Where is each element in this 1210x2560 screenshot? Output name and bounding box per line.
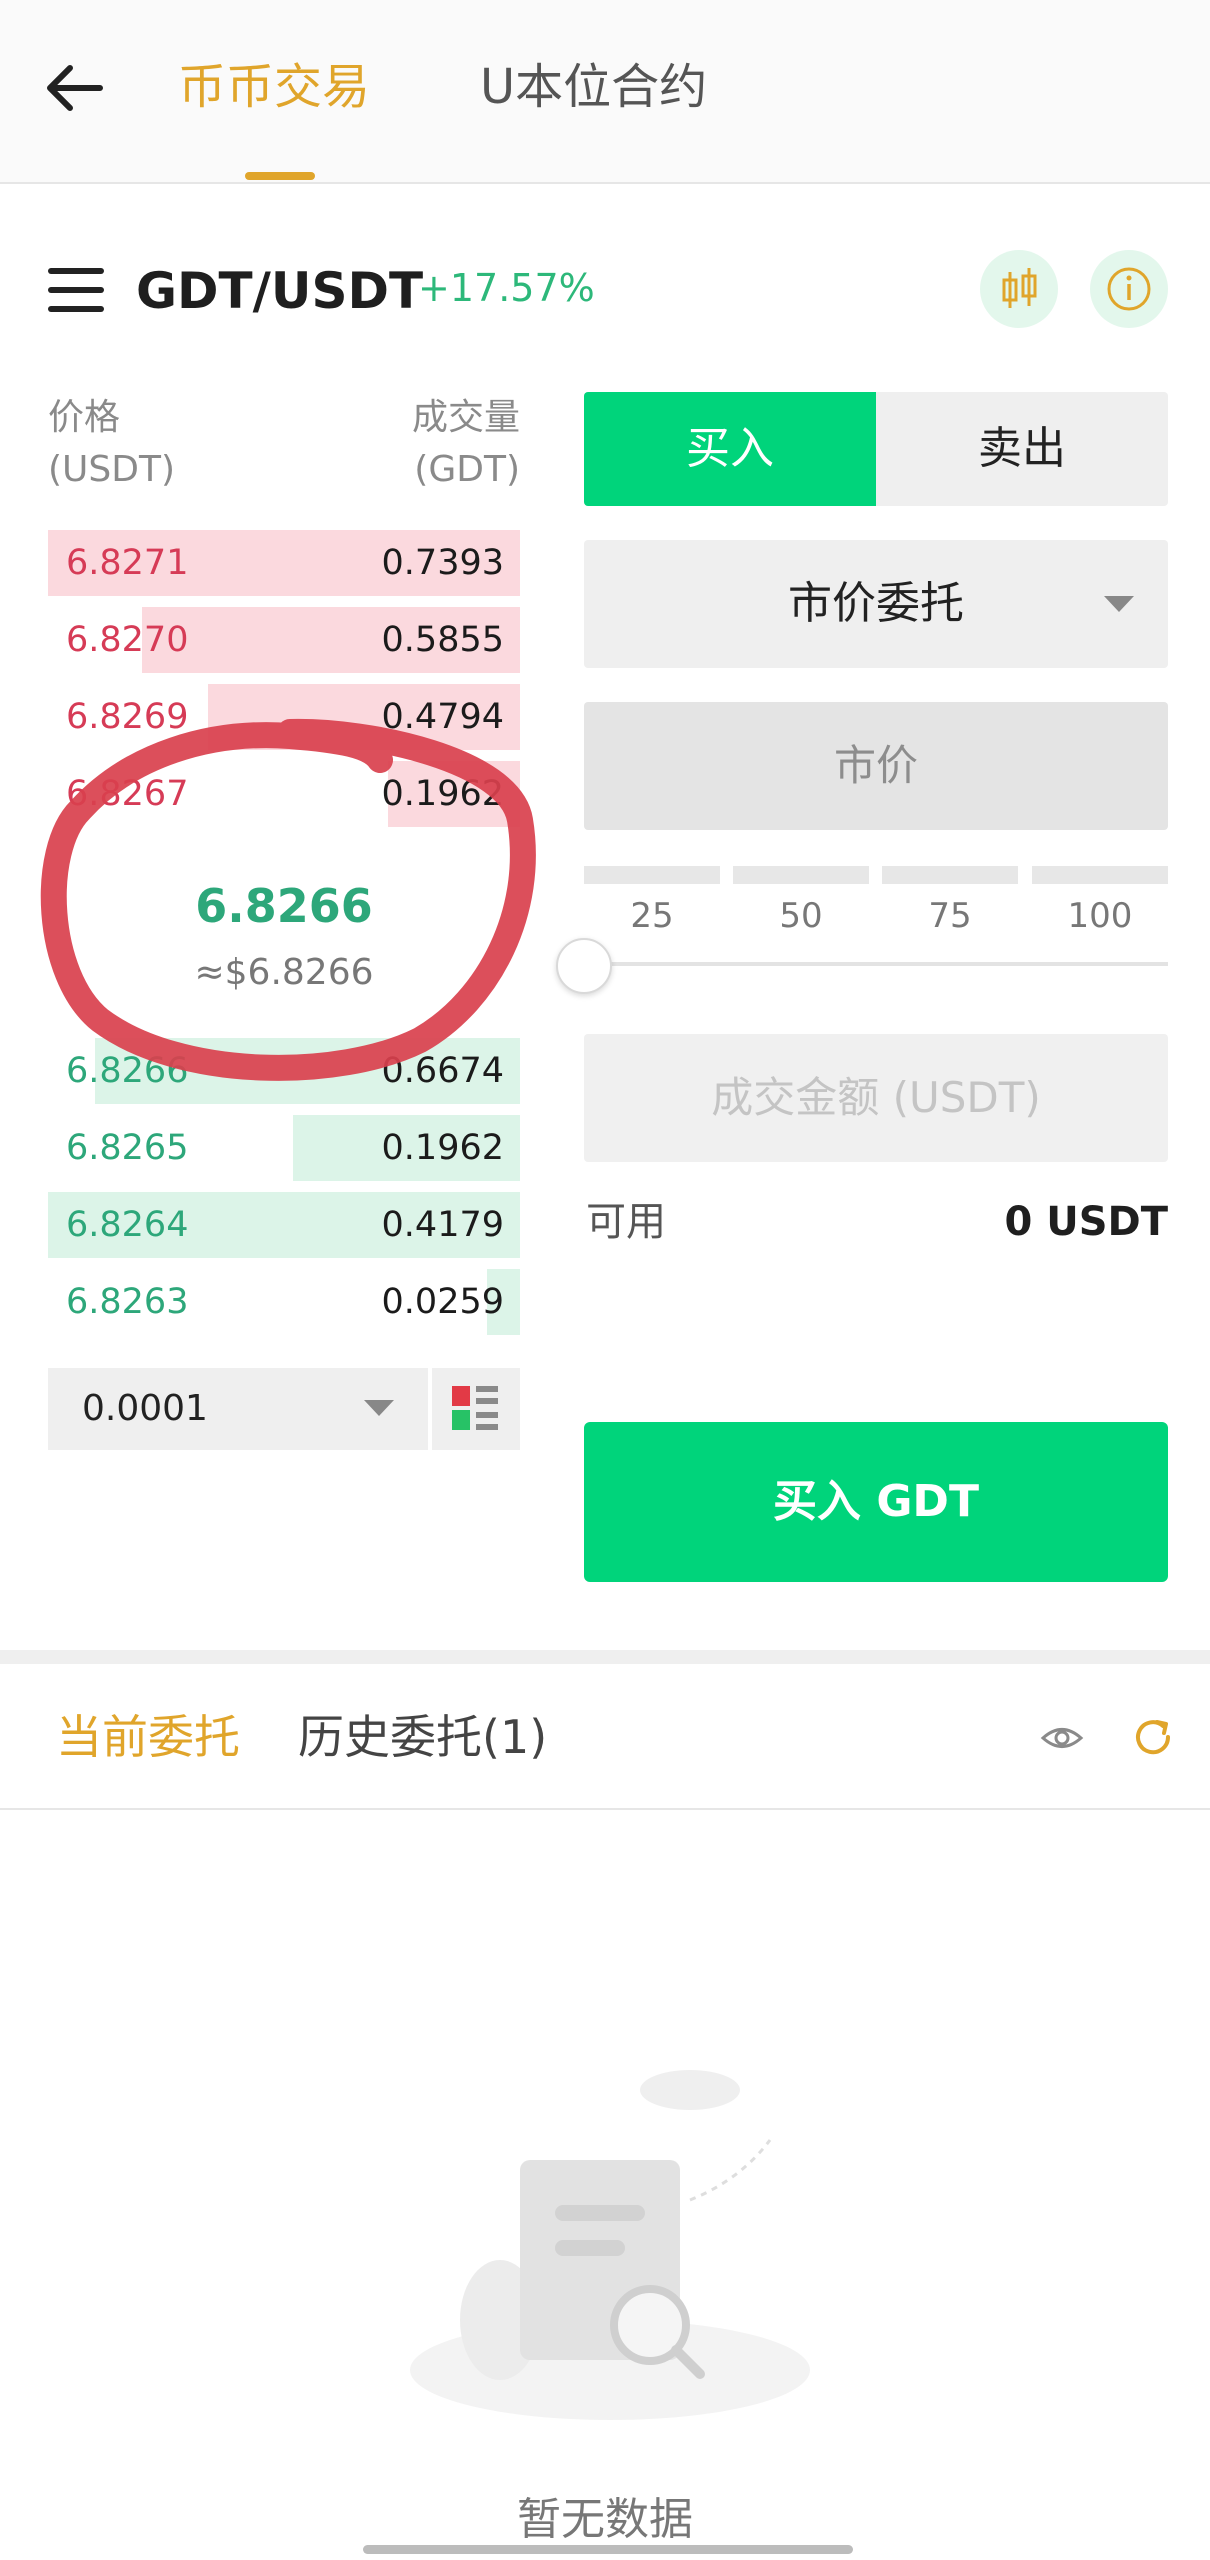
- menu-icon[interactable]: [48, 268, 104, 312]
- buy-gdt-button[interactable]: 买入 GDT: [584, 1422, 1168, 1582]
- tab-u-margined-futures[interactable]: U本位合约: [480, 52, 707, 122]
- info-icon: [1107, 267, 1151, 311]
- ask-price: 6.8270: [66, 620, 189, 660]
- amount-slider-handle[interactable]: [556, 938, 612, 994]
- orderbook-price-header: 价格 (USDT): [48, 397, 176, 490]
- ask-amount: 0.5855: [381, 620, 504, 660]
- pair-change-percent: +17.57%: [418, 266, 595, 310]
- bid-amount: 0.4179: [381, 1205, 504, 1245]
- eye-icon[interactable]: [1040, 1718, 1084, 1758]
- bid-amount: 0.0259: [381, 1282, 504, 1322]
- red-annotation-circle: [40, 718, 536, 1081]
- empty-state-text: 暂无数据: [517, 2494, 693, 2545]
- price-input-placeholder: 市价: [833, 741, 918, 790]
- chevron-down-icon: [1104, 596, 1134, 612]
- percent-segment[interactable]: [882, 866, 1018, 884]
- order-type-select[interactable]: 市价委托: [584, 540, 1168, 668]
- amount-slider-track[interactable]: [584, 962, 1168, 966]
- percent-label-75[interactable]: 75: [882, 888, 1018, 944]
- tab-spot-trading[interactable]: 币币交易: [178, 52, 370, 122]
- bid-row[interactable]: 6.8263 0.0259: [48, 1269, 520, 1335]
- info-button[interactable]: [1090, 250, 1168, 328]
- percent-label-25[interactable]: 25: [584, 888, 720, 944]
- candlestick-chart-icon: [1002, 268, 1037, 308]
- tab-order-history[interactable]: 历史委托(1): [298, 1702, 547, 1772]
- bid-price: 6.8263: [66, 1282, 189, 1322]
- available-label: 可用: [586, 1199, 666, 1245]
- percent-segment[interactable]: [733, 866, 869, 884]
- bid-amount: 0.1962: [381, 1128, 504, 1168]
- active-tab-indicator: [245, 172, 315, 180]
- bid-price: 6.8264: [66, 1205, 189, 1245]
- orderbook-amount-header: 成交量 (GDT): [411, 397, 520, 490]
- trade-amount-input[interactable]: 成交金额 (USDT): [584, 1034, 1168, 1162]
- percent-segment[interactable]: [584, 866, 720, 884]
- candlestick-chart-button[interactable]: [980, 250, 1058, 328]
- ask-price: 6.8271: [66, 543, 189, 583]
- top-bar: 币币交易 U本位合约: [0, 0, 1210, 184]
- available-balance: 0 USDT: [1004, 1199, 1168, 1245]
- buy-tab[interactable]: 买入: [584, 392, 876, 506]
- sell-tab[interactable]: 卖出: [876, 392, 1168, 506]
- bid-row[interactable]: 6.8264 0.4179: [48, 1192, 520, 1258]
- precision-select[interactable]: 0.0001: [48, 1368, 428, 1450]
- pair-symbol[interactable]: GDT/USDT: [136, 256, 423, 326]
- refresh-icon[interactable]: [1130, 1714, 1176, 1760]
- ask-row[interactable]: 6.8271 0.7393: [48, 530, 520, 596]
- ask-amount: 0.7393: [381, 543, 504, 583]
- chevron-down-icon: [364, 1400, 394, 1416]
- orderbook-layout-toggle[interactable]: [432, 1368, 520, 1450]
- bid-price: 6.8265: [66, 1128, 189, 1168]
- tab-open-orders[interactable]: 当前委托: [56, 1702, 240, 1772]
- precision-value: 0.0001: [82, 1388, 208, 1429]
- percent-segment[interactable]: [1032, 866, 1168, 884]
- back-arrow-icon[interactable]: [42, 56, 106, 120]
- order-type-value: 市价委托: [788, 578, 964, 629]
- trade-amount-placeholder: 成交金额 (USDT): [711, 1073, 1041, 1122]
- percent-label-50[interactable]: 50: [733, 888, 869, 944]
- layout-toggle-icon: [452, 1386, 498, 1430]
- percent-label-100[interactable]: 100: [1032, 888, 1168, 944]
- price-input[interactable]: 市价: [584, 702, 1168, 830]
- bid-row[interactable]: 6.8265 0.1962: [48, 1115, 520, 1181]
- home-indicator[interactable]: [363, 2545, 853, 2554]
- section-divider: [0, 1650, 1210, 1664]
- empty-state-illustration: [410, 2070, 810, 2420]
- tabs-divider: [0, 1808, 1210, 1810]
- ask-row[interactable]: 6.8270 0.5855: [48, 607, 520, 673]
